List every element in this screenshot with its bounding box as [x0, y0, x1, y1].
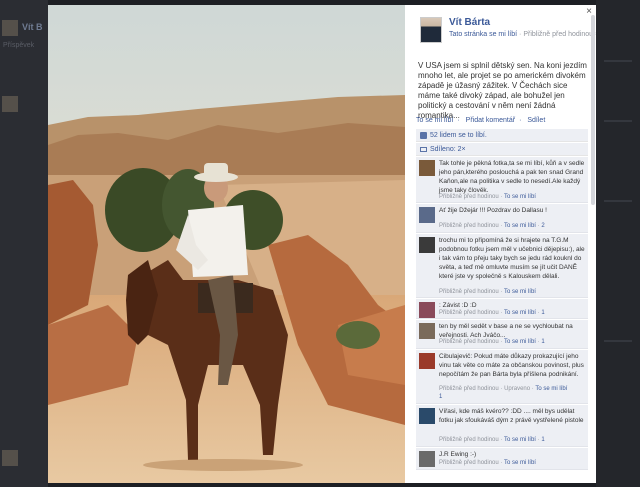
background-author: Vít B	[22, 22, 43, 32]
comment-like-link[interactable]: To se mi líbí	[504, 437, 536, 443]
comment-meta: Přibližně před hodinou · To se mi líbí ·…	[439, 223, 545, 229]
comment-like-link[interactable]: To se mi líbí	[535, 386, 567, 392]
page-like-link[interactable]: Tato stránka se mi líbí	[449, 31, 517, 38]
background-avatar	[2, 450, 18, 466]
comment-meta: Přibližně před hodinou · To se mi líbí	[439, 289, 536, 295]
comment-edited[interactable]: Upraveno	[504, 386, 530, 392]
panel-scrollbar[interactable]	[591, 15, 595, 205]
comment-like-count[interactable]: 1	[541, 310, 544, 316]
author-avatar[interactable]	[420, 17, 442, 43]
comment-meta: Přibližně před hodinou · To se mi líbí	[439, 194, 536, 200]
comment-time[interactable]: Přibližně před hodinou	[439, 289, 499, 295]
comment-text: : Závist :D :D	[439, 302, 477, 309]
comment-text: Tak tohle je pěkná fotka,ta se mi líbí, …	[439, 160, 585, 194]
comment-item: Tak tohle je pěkná fotka,ta se mi líbí, …	[416, 157, 588, 203]
commenter-avatar[interactable]	[419, 451, 435, 467]
background-avatar	[2, 20, 18, 36]
comment-like-link[interactable]: To se mi líbí	[504, 460, 536, 466]
comment-meta: Přibližně před hodinou · Upraveno · To s…	[439, 386, 568, 392]
comment-like-link[interactable]: To se mi líbí	[504, 289, 536, 295]
comment-text: Cibulajevič: Pokud máte důkazy prokazují…	[439, 353, 584, 378]
comment-item: ten by měl sedět v base a ne se vychloub…	[416, 320, 588, 349]
meta-separator: ·	[519, 31, 522, 38]
post-text: V USA jsem si splnil dětský sen. Na koni…	[418, 61, 587, 120]
comment-meta: Přibližně před hodinou · To se mi líbí	[439, 460, 536, 466]
action-separator: ·	[457, 117, 460, 124]
comment-link[interactable]: Přidat komentář	[466, 117, 515, 124]
comment-meta: Přibližně před hodinou · To se mi líbí ·…	[439, 339, 545, 345]
commenter-avatar[interactable]	[419, 302, 435, 318]
post-header: Vít Bárta Tato stránka se mi líbí · Přib…	[418, 15, 596, 47]
background-avatar	[2, 96, 18, 112]
shares-summary[interactable]: Sdíleno: 2×	[416, 143, 588, 156]
comment-meta-count: 1	[439, 394, 442, 400]
background-timeline: Vít B Příspěvek	[0, 0, 48, 487]
comment-time[interactable]: Přibližně před hodinou	[439, 310, 499, 316]
share-link[interactable]: Sdílet	[527, 117, 545, 124]
shares-count[interactable]: Sdíleno: 2×	[430, 146, 466, 153]
like-link[interactable]: To se mi líbí	[416, 117, 453, 124]
commenter-avatar[interactable]	[419, 323, 435, 339]
author-name[interactable]: Vít Bárta	[449, 17, 490, 28]
comment-item: Cibulajevič: Pokud máte důkazy prokazují…	[416, 350, 588, 404]
comment-like-count[interactable]: 2	[541, 223, 544, 229]
comment-text: Vířasi, kde máš kvéro?? :DD .... měl bys…	[439, 408, 584, 424]
comment-meta: Přibližně před hodinou · To se mi líbí ·…	[439, 437, 545, 443]
comment-text: Ať žije Džejár !!! Pozdrav do Dallasu !	[439, 207, 547, 214]
comment-like-link[interactable]: To se mi líbí	[504, 310, 536, 316]
globe-icon: ⚙	[595, 31, 596, 38]
comment-like-link[interactable]: To se mi líbí	[504, 339, 536, 345]
post-meta: Tato stránka se mi líbí · Přibližně před…	[449, 30, 596, 38]
likes-summary[interactable]: 52 lidem se to líbí.	[416, 129, 588, 142]
comment-item: trochu mi to připomíná že si hrajete na …	[416, 234, 588, 298]
post-actions: To se mi líbí · Přidat komentář · Sdílet	[416, 117, 549, 124]
commenter-avatar[interactable]	[419, 207, 435, 223]
commenter-avatar[interactable]	[419, 160, 435, 176]
comment-time[interactable]: Přibližně před hodinou	[439, 194, 499, 200]
comment-time[interactable]: Přibližně před hodinou	[439, 437, 499, 443]
commenter-avatar[interactable]	[419, 408, 435, 424]
post-photo[interactable]	[48, 5, 405, 483]
comment-like-link[interactable]: To se mi líbí	[504, 223, 536, 229]
comment-item: J.R Ewing :-) Přibližně před hodinou · T…	[416, 448, 588, 470]
commenter-avatar[interactable]	[419, 353, 435, 369]
comment-like-count[interactable]: 1	[439, 394, 442, 400]
comment-like-count[interactable]: 1	[541, 437, 544, 443]
background-item: Příspěvek	[3, 42, 35, 49]
likes-count[interactable]: 52 lidem se to líbí.	[430, 132, 487, 139]
post-time[interactable]: Přibližně před hodinou	[523, 31, 593, 38]
action-separator: ·	[519, 117, 522, 124]
commenter-avatar[interactable]	[419, 237, 435, 253]
comment-time[interactable]: Přibližně před hodinou	[439, 223, 499, 229]
comment-text: trochu mi to připomíná že si hrajete na …	[439, 237, 585, 280]
comment-item: Vířasi, kde máš kvéro?? :DD .... měl bys…	[416, 405, 588, 447]
comment-like-count[interactable]: 1	[541, 339, 544, 345]
comment-text: J.R Ewing :-)	[439, 451, 477, 458]
share-icon	[420, 147, 427, 152]
comment-time[interactable]: Přibližně před hodinou	[439, 460, 499, 466]
comment-item: : Závist :D :D Přibližně před hodinou · …	[416, 299, 588, 319]
like-thumb-icon	[420, 132, 427, 139]
comment-meta: Přibližně před hodinou · To se mi líbí ·…	[439, 310, 545, 316]
background-right-column	[596, 0, 640, 487]
comment-like-link[interactable]: To se mi líbí	[504, 194, 536, 200]
comment-time[interactable]: Přibližně před hodinou	[439, 386, 499, 392]
comment-time[interactable]: Přibližně před hodinou	[439, 339, 499, 345]
comment-text: ten by měl sedět v base a ne se vychloub…	[439, 323, 573, 339]
post-side-panel: × Vít Bárta Tato stránka se mi líbí · Př…	[405, 5, 596, 483]
comment-item: Ať žije Džejár !!! Pozdrav do Dallasu ! …	[416, 204, 588, 233]
